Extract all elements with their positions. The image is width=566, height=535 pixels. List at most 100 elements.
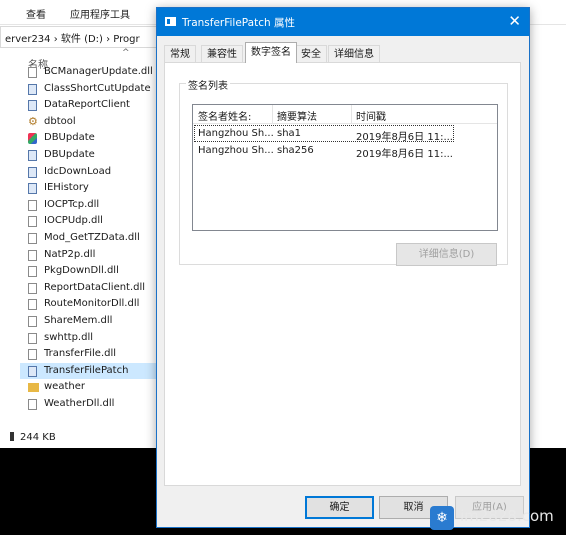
file-list-item[interactable]: ClassShortCutUpdate — [20, 81, 157, 98]
dll-file-icon — [28, 282, 37, 294]
file-list-item[interactable]: IdcDownLoad — [20, 164, 157, 181]
status-bar: 244 KB — [10, 432, 56, 443]
file-list-item[interactable]: IOCPUdp.dll — [20, 213, 157, 230]
file-list-item[interactable]: DBUpdate — [20, 147, 157, 164]
address-path: erver234 › 软件 (D:) › Progr — [5, 34, 140, 45]
dialog-title: TransferFilePatch 属性 — [182, 17, 295, 29]
signature-list-header: 签名者姓名: 摘要算法 时间戳 — [193, 105, 497, 124]
column-separator[interactable] — [351, 105, 352, 123]
file-name: WeatherDll.dll — [44, 397, 115, 409]
ribbon-tab-view[interactable]: 查看 — [26, 6, 46, 21]
file-list-item[interactable]: ReportDataClient.dll — [20, 280, 157, 297]
column-separator[interactable] — [272, 105, 273, 123]
exe-file-icon — [28, 365, 37, 377]
file-name: PkgDownDll.dll — [44, 265, 119, 277]
dll-file-icon — [28, 332, 37, 344]
signature-list[interactable]: 签名者姓名: 摘要算法 时间戳 Hangzhou Sh... sha1 2019… — [192, 104, 498, 231]
exe-file-icon — [28, 83, 37, 95]
details-button[interactable]: 详细信息(D) — [396, 243, 497, 266]
file-list-item[interactable]: TransferFilePatch — [20, 362, 157, 380]
file-name: swhttp.dll — [44, 331, 93, 343]
digest-algorithm: sha1 — [277, 128, 302, 139]
file-name: Mod_GetTZData.dll — [44, 231, 140, 243]
digest-algorithm: sha256 — [277, 145, 314, 156]
tab-security[interactable]: 安全 — [295, 45, 327, 62]
file-name: dbtool — [44, 115, 76, 127]
tab-general[interactable]: 常规 — [164, 45, 196, 62]
tab-compatibility[interactable]: 兼容性 — [201, 45, 243, 62]
close-icon[interactable]: ✕ — [508, 12, 521, 30]
file-list-item[interactable]: PkgDownDll.dll — [20, 263, 157, 280]
snowflake-logo-icon: ❄ — [430, 506, 454, 530]
color-app-icon — [28, 133, 37, 145]
status-marker-icon — [10, 432, 14, 441]
file-list-item[interactable]: DataReportClient — [20, 97, 157, 114]
file-list-item[interactable]: DBUpdate — [20, 130, 157, 147]
dll-file-icon — [28, 266, 37, 278]
address-bar[interactable]: erver234 › 软件 (D:) › Progr — [0, 26, 160, 48]
file-name: ShareMem.dll — [44, 314, 113, 326]
exe-file-icon — [28, 166, 37, 178]
file-name: IEHistory — [44, 182, 89, 194]
signer-name: Hangzhou Sh... — [198, 145, 274, 156]
dll-file-icon — [28, 398, 37, 410]
file-list-item[interactable]: WeatherDll.dll — [20, 396, 157, 413]
file-list-item[interactable]: IOCPTcp.dll — [20, 197, 157, 214]
signature-row[interactable]: Hangzhou Sh... sha1 2019年8月6日 11:... — [194, 125, 454, 143]
file-name: RouteMonitorDll.dll — [44, 298, 140, 310]
dll-file-icon — [28, 232, 37, 244]
file-list-item[interactable]: TransferFile.dll — [20, 346, 157, 363]
file-list-item[interactable]: weather — [20, 379, 157, 396]
file-name: DBUpdate — [44, 132, 95, 144]
file-list-item[interactable]: ⚙ dbtool — [20, 114, 157, 131]
file-name: DBUpdate — [44, 148, 95, 160]
dialog-titlebar[interactable]: TransferFilePatch 属性 ✕ — [157, 8, 529, 36]
file-list-item[interactable]: ShareMem.dll — [20, 313, 157, 330]
ok-button[interactable]: 确定 — [305, 496, 374, 519]
file-list-item[interactable]: BCManagerUpdate.dll — [20, 64, 157, 81]
column-digest[interactable]: 摘要算法 — [277, 108, 317, 123]
file-name: weather — [44, 381, 85, 393]
dll-file-icon — [28, 299, 37, 311]
file-list: BCManagerUpdate.dll ClassShortCutUpdate Da… — [20, 64, 157, 412]
dll-file-icon — [28, 249, 37, 261]
file-name: IOCPUdp.dll — [44, 215, 103, 227]
exe-file-icon — [28, 149, 37, 161]
file-name: BCManagerUpdate.dll — [44, 66, 153, 77]
navigation-pane-edge — [0, 56, 12, 448]
file-name: DataReportClient — [44, 99, 130, 111]
signature-groupbox: 签名列表 签名者姓名: 摘要算法 时间戳 Hangzhou Sh... sha1… — [179, 77, 508, 266]
dll-file-icon — [28, 199, 37, 211]
file-list-item[interactable]: IEHistory — [20, 180, 157, 197]
timestamp: 2019年8月6日 11:... — [356, 149, 453, 160]
signature-group-label: 签名列表 — [186, 77, 230, 92]
file-list-item[interactable]: Mod_GetTZData.dll — [20, 230, 157, 247]
window-icon — [165, 17, 176, 26]
file-name: IOCPTcp.dll — [44, 198, 100, 210]
exe-file-icon — [28, 100, 37, 112]
folder-icon — [28, 383, 39, 393]
file-list-item[interactable]: NatP2p.dll — [20, 247, 157, 264]
tab-digital-signatures[interactable]: 数字签名 — [245, 42, 297, 63]
signature-row[interactable]: Hangzhou Sh... sha256 2019年8月6日 11:... — [195, 143, 453, 160]
column-timestamp[interactable]: 时间戳 — [356, 108, 386, 123]
status-size-text: 244 KB — [20, 432, 56, 443]
tab-panel-digital-signatures: 签名列表 签名者姓名: 摘要算法 时间戳 Hangzhou Sh... sha1… — [164, 62, 521, 486]
dll-file-icon — [28, 67, 37, 78]
file-list-item[interactable]: RouteMonitorDll.dll — [20, 296, 157, 313]
dll-file-icon — [28, 216, 37, 228]
signer-name: Hangzhou Sh... — [198, 128, 274, 139]
properties-dialog: TransferFilePatch 属性 ✕ 常规 兼容性 数字签名 安全 详细… — [156, 7, 530, 528]
exe-file-icon — [28, 183, 37, 195]
column-signer[interactable]: 签名者姓名: — [198, 108, 251, 123]
file-list-item[interactable]: swhttp.dll — [20, 330, 157, 347]
tab-details[interactable]: 详细信息 — [328, 45, 380, 62]
file-name: IdcDownLoad — [44, 165, 112, 177]
sort-chevron-up-icon[interactable]: ^ — [122, 48, 130, 58]
watermark-text: im2828.com — [460, 507, 554, 525]
file-name: TransferFile.dll — [44, 348, 117, 360]
file-name: NatP2p.dll — [44, 248, 96, 260]
dll-file-icon — [28, 315, 37, 327]
dll-file-icon — [28, 349, 37, 361]
ribbon-tab-app-tools[interactable]: 应用程序工具 — [70, 6, 130, 21]
